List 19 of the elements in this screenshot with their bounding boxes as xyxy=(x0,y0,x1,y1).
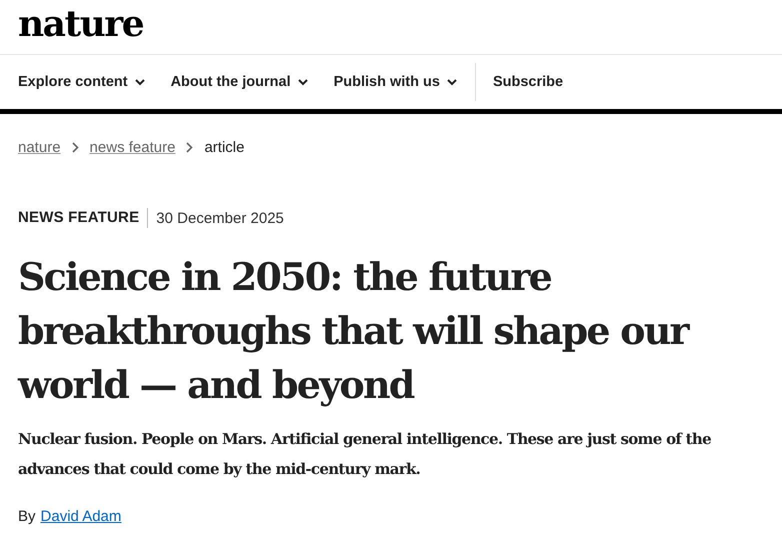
chevron-down-icon xyxy=(298,78,308,86)
chevron-right-icon xyxy=(72,142,79,152)
article-title: Science in 2050: the future breakthroughs that will shape our world — and beyond xyxy=(18,253,690,409)
breadcrumb-link[interactable]: nature xyxy=(18,138,61,156)
breadcrumb-link[interactable]: news feature xyxy=(90,138,176,156)
chevron-right-icon xyxy=(186,142,194,152)
chevron-down-icon xyxy=(446,78,457,86)
author-link[interactable]: David Adam xyxy=(40,508,122,525)
article-type: NEWS FEATURE xyxy=(18,208,148,228)
breadcrumb-current: article xyxy=(204,138,244,156)
chevron-down-icon xyxy=(134,78,145,86)
nav-menu-item[interactable]: Subscribe xyxy=(474,63,564,101)
nav-menu-item[interactable]: Explore content xyxy=(18,55,145,109)
nav-menu-item[interactable]: About the journal xyxy=(170,55,308,109)
article-standfirst: Nuclear fusion. People on Mars. Artificial general intelligence. These are just some of the advances that could come by the mid-century mark. xyxy=(18,429,712,480)
publish-date: 30 December 2025 xyxy=(155,210,284,226)
nav-menu-item[interactable]: Publish with us xyxy=(334,55,457,109)
byline-prefix: By xyxy=(18,508,36,525)
site-logo[interactable]: nature xyxy=(18,6,144,42)
